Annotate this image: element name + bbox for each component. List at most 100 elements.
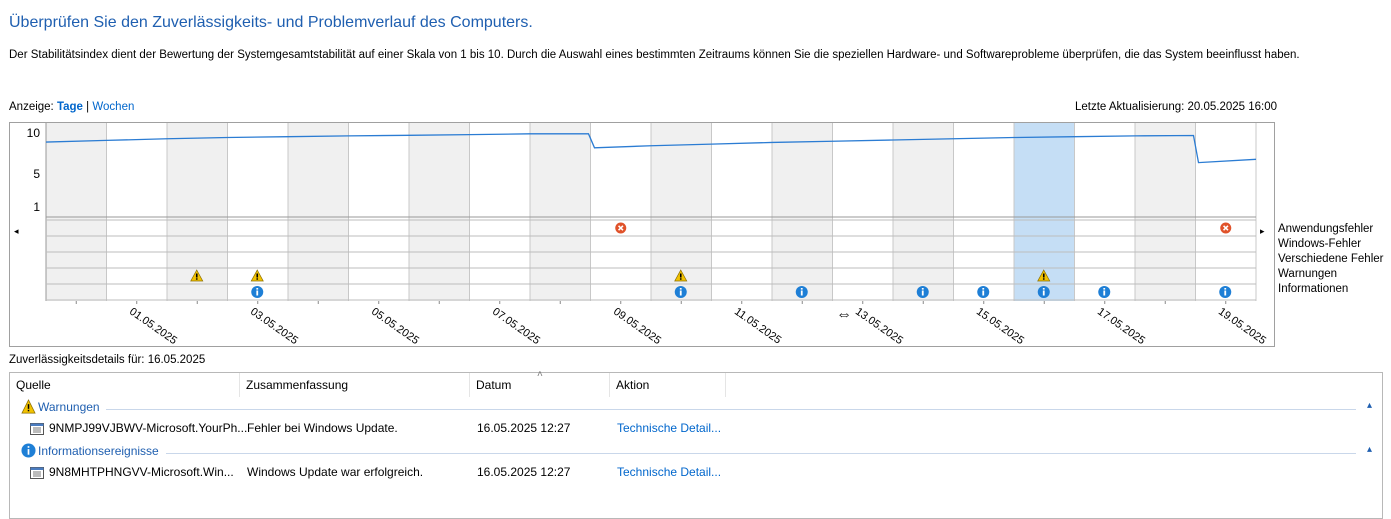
warning-icon-mark	[195, 273, 198, 278]
y-tick-label: 10	[27, 126, 41, 140]
info-icon-mark	[256, 290, 259, 296]
x-tick-label: 05.05.2025	[369, 306, 421, 346]
group-information-label: Informationsereignisse	[38, 444, 159, 458]
x-tick-label: 07.05.2025	[490, 306, 542, 346]
x-tick-label: 01.05.2025	[127, 306, 179, 346]
day-column[interactable]	[288, 123, 349, 301]
x-tick-label: 13.05.2025	[853, 306, 905, 346]
view-selector: Anzeige: Tage | Wochen	[9, 101, 134, 113]
collapse-information-icon[interactable]: ▴	[1367, 444, 1372, 455]
legend-application-errors: Anwendungsfehler	[1278, 223, 1374, 235]
info-icon-mark	[679, 288, 682, 290]
warning-icon	[21, 399, 36, 414]
info-icon-mark	[1224, 290, 1227, 296]
warning-icon-mark	[256, 273, 259, 278]
x-tick-label: 15.05.2025	[974, 306, 1026, 346]
chart-scroll-left-button[interactable]: ◂	[14, 226, 19, 237]
day-column[interactable]	[348, 123, 410, 301]
sort-ascending-icon: ˄	[537, 369, 543, 380]
technical-details-link[interactable]: Technische Detail...	[617, 421, 721, 435]
day-column[interactable]	[772, 123, 833, 301]
group-warnings-label: Warnungen	[38, 400, 100, 414]
info-icon-mark	[800, 288, 803, 290]
info-icon-mark	[921, 288, 924, 290]
table-row[interactable]: 9NMPJ99VJBWV-Microsoft.YourPh... Fehler …	[10, 418, 1382, 440]
column-summary[interactable]: Zusammenfassung	[240, 373, 470, 397]
info-icon-mark	[1224, 288, 1227, 290]
group-divider	[106, 409, 1356, 410]
view-weeks-link[interactable]: Wochen	[92, 101, 134, 113]
row-date: 16.05.2025 12:27	[477, 421, 571, 435]
row-summary: Fehler bei Windows Update.	[247, 421, 398, 435]
collapse-warnings-icon[interactable]: ▴	[1367, 400, 1372, 411]
day-column[interactable]	[1135, 123, 1196, 301]
event-log-icon	[30, 467, 44, 479]
info-icon	[21, 443, 36, 458]
table-header: Quelle Zusammenfassung Datum Aktion ˄	[10, 369, 1382, 397]
day-column[interactable]	[106, 123, 168, 301]
row-source: 9NMPJ99VJBWV-Microsoft.YourPh...	[49, 421, 248, 435]
row-date: 16.05.2025 12:27	[477, 465, 571, 479]
day-column[interactable]	[469, 123, 531, 301]
y-tick-label: 1	[33, 200, 40, 214]
info-icon-mark	[1103, 288, 1106, 290]
chart-legend: Anwendungsfehler Windows-Fehler Verschie…	[1278, 222, 1383, 297]
table-row[interactable]: 9N8MHTPHNGVV-Microsoft.Win... Windows Up…	[10, 462, 1382, 484]
group-information[interactable]: Informationsereignisse ▴	[10, 442, 1382, 462]
view-label: Anzeige:	[9, 101, 54, 113]
day-column[interactable]	[1074, 123, 1136, 301]
warning-icon-mark	[256, 278, 259, 280]
legend-misc-errors: Verschiedene Fehler	[1278, 253, 1384, 265]
day-column[interactable]	[46, 123, 107, 301]
warning-icon-mark	[679, 273, 682, 278]
last-update: Letzte Aktualisierung: 20.05.2025 16:00	[1075, 101, 1278, 113]
info-icon-mark	[982, 288, 985, 290]
warning-icon-mark	[195, 278, 198, 280]
info-icon-mark	[256, 288, 259, 290]
info-icon-mark	[1103, 290, 1106, 296]
info-icon-mark	[1042, 290, 1045, 296]
day-column[interactable]	[590, 123, 652, 301]
row-source: 9N8MHTPHNGVV-Microsoft.Win...	[49, 465, 234, 479]
technical-details-link[interactable]: Technische Detail...	[617, 465, 721, 479]
event-log-icon	[30, 423, 44, 435]
x-tick-label: 19.05.2025	[1216, 306, 1268, 346]
warning-icon-mark	[1042, 273, 1045, 278]
page-description: Der Stabilitätsindex dient der Bewertung…	[9, 49, 1300, 61]
info-icon-mark	[921, 290, 924, 296]
chart-scroll-right-button[interactable]: ▸	[1260, 226, 1265, 237]
day-column[interactable]	[711, 123, 773, 301]
group-divider	[166, 453, 1356, 454]
column-source[interactable]: Quelle	[10, 373, 240, 397]
day-column[interactable]	[409, 123, 470, 301]
details-label: Zuverlässigkeitsdetails für: 16.05.2025	[9, 354, 206, 366]
info-icon-mark	[1042, 288, 1045, 290]
legend-windows-errors: Windows-Fehler	[1278, 238, 1362, 250]
info-icon-mark	[982, 290, 985, 296]
reliability-chart[interactable]: 10 5 1 01.05.2025 03.05.2025 05.05.2025 07.05.…	[9, 122, 1275, 347]
day-column[interactable]	[832, 123, 894, 301]
legend-information: Informationen	[1278, 283, 1349, 295]
legend-warnings: Warnungen	[1278, 268, 1338, 280]
view-days-link[interactable]: Tage	[57, 101, 83, 113]
row-summary: Windows Update war erfolgreich.	[247, 465, 424, 479]
x-tick-label: 17.05.2025	[1095, 306, 1147, 346]
view-separator: |	[86, 101, 90, 113]
day-column[interactable]	[953, 123, 1015, 301]
info-icon-mark	[679, 290, 682, 296]
x-tick-label: 09.05.2025	[611, 306, 663, 346]
day-column[interactable]	[1195, 123, 1257, 301]
resize-cursor-icon: ⇔	[836, 306, 852, 323]
column-action[interactable]: Aktion	[610, 373, 726, 397]
x-tick-label: 11.05.2025	[732, 306, 783, 346]
warning-icon-mark	[1042, 278, 1045, 280]
chart-canvas[interactable]: 10 5 1 01.05.2025 03.05.2025 05.05.2025 07.05.…	[10, 123, 1274, 346]
day-column[interactable]	[893, 123, 954, 301]
x-tick-label: 03.05.2025	[248, 306, 300, 346]
details-table: Quelle Zusammenfassung Datum Aktion ˄ Wa…	[9, 369, 1383, 519]
warning-icon-mark	[679, 278, 682, 280]
day-column[interactable]	[530, 123, 591, 301]
page-title: Überprüfen Sie den Zuverlässigkeits- und…	[9, 14, 533, 31]
group-warnings[interactable]: Warnungen ▴	[10, 398, 1382, 418]
info-icon-mark	[800, 290, 803, 296]
